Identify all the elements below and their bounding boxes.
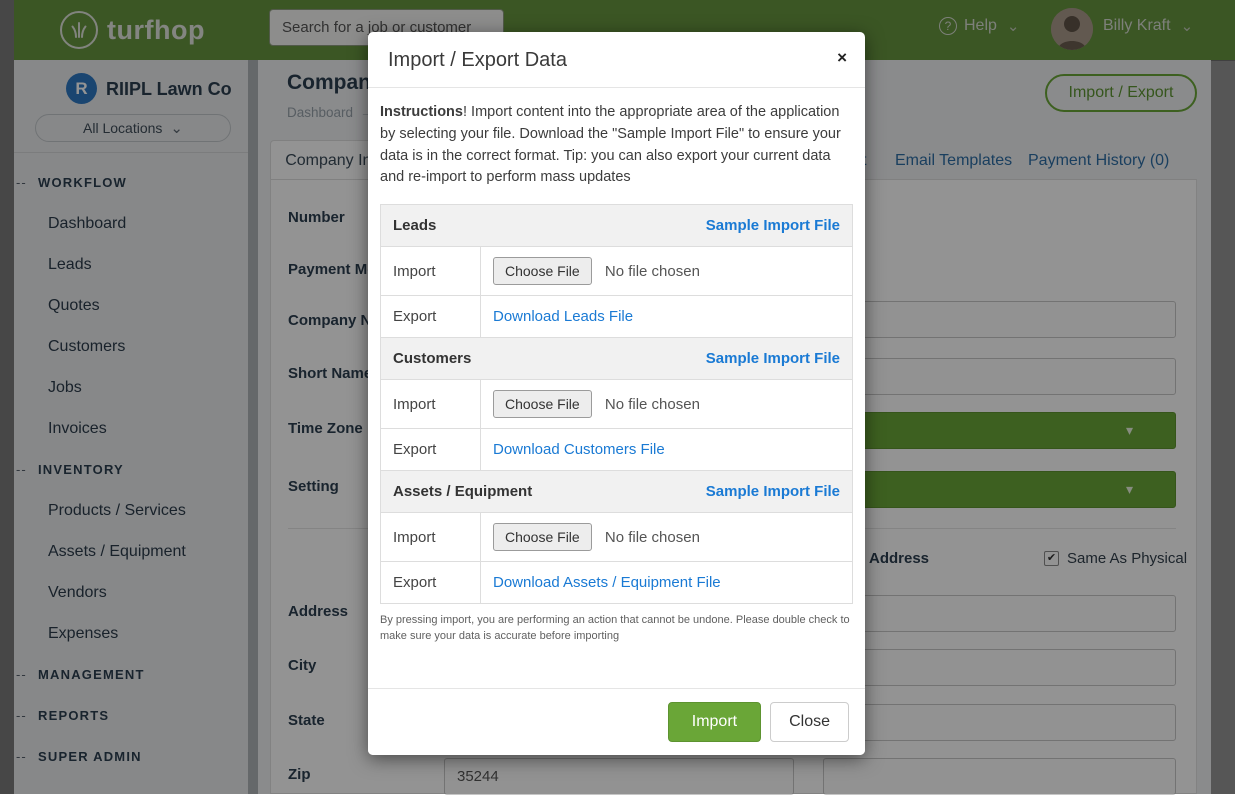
assets-sample-import-link[interactable]: Sample Import File xyxy=(706,483,840,500)
customers-export-label: Export xyxy=(381,429,481,471)
leads-export-row: Export Download Leads File xyxy=(381,296,853,338)
import-warning-text: By pressing import, you are performing a… xyxy=(380,613,858,645)
import-export-modal: Import / Export Data × Instructions! Imp… xyxy=(368,32,865,755)
modal-footer: Import Close xyxy=(368,688,865,755)
leads-sample-import-link[interactable]: Sample Import File xyxy=(706,217,840,234)
download-leads-link[interactable]: Download Leads File xyxy=(493,308,633,325)
leads-export-label: Export xyxy=(381,296,481,338)
section-name-leads: Leads xyxy=(393,217,436,234)
customers-import-label: Import xyxy=(381,380,481,429)
leads-file-status: No file chosen xyxy=(605,263,700,280)
close-icon[interactable]: × xyxy=(837,48,847,68)
assets-export-label: Export xyxy=(381,562,481,604)
customers-section-header: Customers Sample Import File xyxy=(381,338,853,380)
assets-file-status: No file chosen xyxy=(605,529,700,546)
leads-import-label: Import xyxy=(381,247,481,296)
import-export-table: Leads Sample Import File Import Choose F… xyxy=(380,204,853,604)
customers-import-row: Import Choose File No file chosen xyxy=(381,380,853,429)
modal-header: Import / Export Data × xyxy=(368,32,865,88)
assets-section-header: Assets / Equipment Sample Import File xyxy=(381,471,853,513)
download-assets-link[interactable]: Download Assets / Equipment File xyxy=(493,574,721,591)
leads-choose-file-button[interactable]: Choose File xyxy=(493,257,592,285)
import-button[interactable]: Import xyxy=(668,702,761,742)
customers-file-status: No file chosen xyxy=(605,396,700,413)
customers-export-row: Export Download Customers File xyxy=(381,429,853,471)
modal-body: Instructions! Import content into the ap… xyxy=(368,88,865,645)
leads-import-row: Import Choose File No file chosen xyxy=(381,247,853,296)
download-customers-link[interactable]: Download Customers File xyxy=(493,441,665,458)
section-name-customers: Customers xyxy=(393,350,471,367)
assets-export-row: Export Download Assets / Equipment File xyxy=(381,562,853,604)
customers-choose-file-button[interactable]: Choose File xyxy=(493,390,592,418)
modal-title: Import / Export Data xyxy=(388,49,567,71)
close-button[interactable]: Close xyxy=(770,702,849,742)
leads-section-header: Leads Sample Import File xyxy=(381,205,853,247)
modal-instructions: Instructions! Import content into the ap… xyxy=(380,102,853,189)
customers-sample-import-link[interactable]: Sample Import File xyxy=(706,350,840,367)
assets-import-label: Import xyxy=(381,513,481,562)
section-name-assets: Assets / Equipment xyxy=(393,483,532,500)
assets-choose-file-button[interactable]: Choose File xyxy=(493,523,592,551)
instructions-bold: Instructions xyxy=(380,104,463,120)
assets-import-row: Import Choose File No file chosen xyxy=(381,513,853,562)
